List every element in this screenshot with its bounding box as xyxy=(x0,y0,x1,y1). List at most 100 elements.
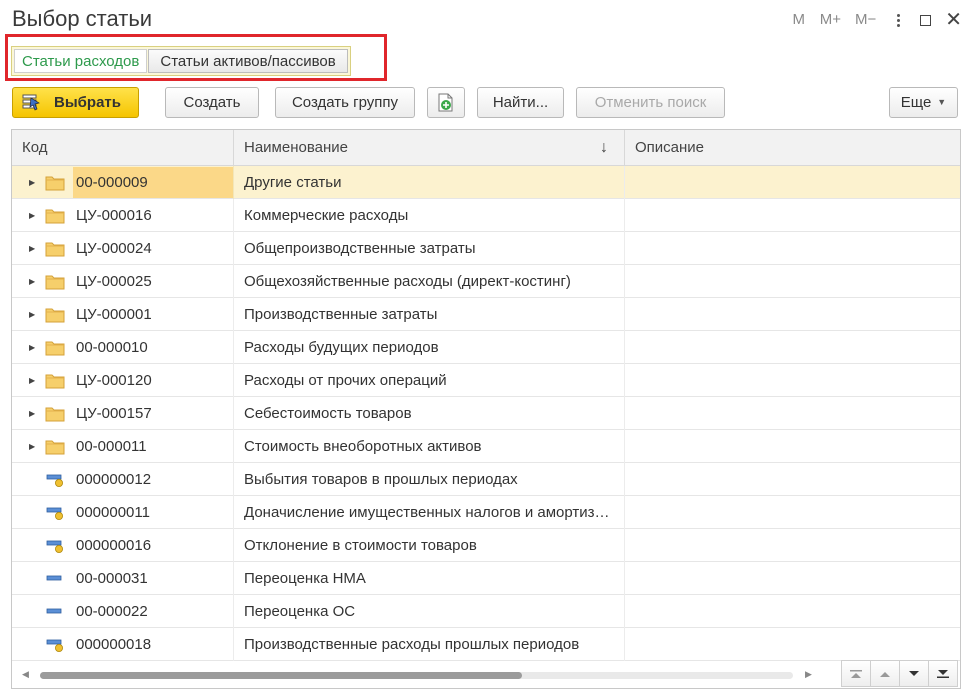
code-cell[interactable]: ▶ ЦУ-000001 xyxy=(12,297,234,331)
name-cell[interactable]: Производственные затраты xyxy=(234,297,625,331)
description-cell[interactable] xyxy=(625,232,960,265)
code-cell[interactable]: ▶ ЦУ-000016 xyxy=(12,198,234,232)
table-row[interactable]: 00-000031 Переоценка НМА xyxy=(12,561,960,595)
memory-plus-button[interactable]: M+ xyxy=(820,10,841,30)
table-row[interactable]: 00-000022 Переоценка ОС xyxy=(12,594,960,628)
page-down-button[interactable] xyxy=(899,660,929,687)
scroll-left-icon[interactable]: ◀ xyxy=(22,669,29,680)
expand-icon[interactable]: ▶ xyxy=(29,232,35,265)
table-row[interactable]: ▶ ЦУ-000025 Общехозяйственные расходы (дир… xyxy=(12,264,960,298)
description-cell[interactable] xyxy=(625,463,960,496)
folder-icon xyxy=(45,242,65,256)
name-cell[interactable]: Общепроизводственные затраты xyxy=(234,231,625,265)
memory-minus-button[interactable]: M− xyxy=(855,10,876,30)
more-actions-icon[interactable] xyxy=(890,10,906,30)
name-cell[interactable]: Коммерческие расходы xyxy=(234,198,625,232)
memory-m-button[interactable]: M xyxy=(792,10,806,30)
scroll-right-icon[interactable]: ▶ xyxy=(805,669,812,680)
table-row[interactable]: ▶ 00-000009 Другие статьи xyxy=(12,165,960,199)
cancel-search-button[interactable]: Отменить поиск xyxy=(576,87,725,118)
scrollbar-thumb[interactable] xyxy=(40,672,522,679)
column-header-description[interactable]: Описание xyxy=(625,130,960,165)
column-header-name[interactable]: Наименование ↓ xyxy=(234,130,625,165)
page-up-icon xyxy=(880,671,890,677)
select-button[interactable]: Выбрать xyxy=(12,87,139,118)
horizontal-scrollbar[interactable]: ◀ ▶ xyxy=(12,662,844,688)
name-cell[interactable]: Производственные расходы прошлых периодо… xyxy=(234,627,625,661)
more-button[interactable]: Еще ▼ xyxy=(889,87,958,118)
code-cell[interactable]: ▶ ЦУ-000025 xyxy=(12,264,234,298)
description-cell[interactable] xyxy=(625,364,960,397)
description-cell[interactable] xyxy=(625,397,960,430)
create-button[interactable]: Создать xyxy=(165,87,259,118)
expand-icon[interactable]: ▶ xyxy=(29,364,35,397)
code-cell[interactable]: ▶ 00-000010 xyxy=(12,330,234,364)
description-cell[interactable] xyxy=(625,166,960,199)
tab-expense-items[interactable]: Статьи расходов xyxy=(14,49,148,73)
name-cell[interactable]: Выбытия товаров в прошлых периодах xyxy=(234,462,625,496)
table-row[interactable]: ▶ 00-000010 Расходы будущих периодов xyxy=(12,330,960,364)
description-cell[interactable] xyxy=(625,496,960,529)
folder-icon xyxy=(45,341,65,355)
expand-icon[interactable]: ▶ xyxy=(29,397,35,430)
name-cell[interactable]: Себестоимость товаров xyxy=(234,396,625,430)
description-cell[interactable] xyxy=(625,529,960,562)
find-button[interactable]: Найти... xyxy=(477,87,564,118)
code-cell[interactable]: ▶ ЦУ-000120 xyxy=(12,363,234,397)
expand-icon[interactable]: ▶ xyxy=(29,265,35,298)
maximize-button[interactable] xyxy=(920,10,932,30)
table-row[interactable]: 000000012 Выбытия товаров в прошлых перио… xyxy=(12,462,960,496)
table-row[interactable]: ▶ ЦУ-000120 Расходы от прочих операций xyxy=(12,363,960,397)
code-cell[interactable]: 00-000022 xyxy=(12,594,234,628)
name-cell[interactable]: Доначисление имущественных налогов и амо… xyxy=(234,495,625,529)
description-cell[interactable] xyxy=(625,562,960,595)
code-cell[interactable]: 000000018 xyxy=(12,627,234,661)
table-row[interactable]: ▶ ЦУ-000001 Производственные затраты xyxy=(12,297,960,331)
description-cell[interactable] xyxy=(625,430,960,463)
name-value: Переоценка ОС xyxy=(244,602,356,620)
page-up-button[interactable] xyxy=(870,660,900,687)
tab-asset-liability-items[interactable]: Статьи активов/пассивов xyxy=(148,49,348,73)
expand-icon[interactable]: ▶ xyxy=(29,331,35,364)
table-row[interactable]: ▶ ЦУ-000157 Себестоимость товаров xyxy=(12,396,960,430)
create-group-button[interactable]: Создать группу xyxy=(275,87,415,118)
code-cell[interactable]: 000000012 xyxy=(12,462,234,496)
code-cell[interactable]: 000000011 xyxy=(12,495,234,529)
scroll-to-bottom-button[interactable] xyxy=(928,660,958,687)
description-cell[interactable] xyxy=(625,265,960,298)
table-row[interactable]: 000000011 Доначисление имущественных нало… xyxy=(12,495,960,529)
table-row[interactable]: 000000018 Производственные расходы прошлы… xyxy=(12,627,960,661)
column-header-code[interactable]: Код xyxy=(12,130,234,165)
expand-icon[interactable]: ▶ xyxy=(29,166,35,199)
code-cell[interactable]: ▶ 00-000011 xyxy=(12,429,234,463)
name-cell[interactable]: Общехозяйственные расходы (директ-костин… xyxy=(234,264,625,298)
description-cell[interactable] xyxy=(625,199,960,232)
code-cell[interactable]: 00-000031 xyxy=(12,561,234,595)
code-cell[interactable]: 000000016 xyxy=(12,528,234,562)
expand-icon[interactable]: ▶ xyxy=(29,199,35,232)
table-row[interactable]: 000000016 Отклонение в стоимости товаров xyxy=(12,528,960,562)
expand-icon[interactable]: ▶ xyxy=(29,430,35,463)
description-cell[interactable] xyxy=(625,298,960,331)
name-cell[interactable]: Другие статьи xyxy=(234,165,625,199)
close-icon[interactable]: ✕ xyxy=(945,10,962,30)
table-row[interactable]: ▶ ЦУ-000024 Общепроизводственные затраты xyxy=(12,231,960,265)
scrollbar-track[interactable] xyxy=(40,672,793,679)
name-cell[interactable]: Переоценка ОС xyxy=(234,594,625,628)
code-cell[interactable]: ▶ ЦУ-000024 xyxy=(12,231,234,265)
table-row[interactable]: ▶ 00-000011 Стоимость внеоборотных активов xyxy=(12,429,960,463)
name-cell[interactable]: Переоценка НМА xyxy=(234,561,625,595)
name-cell[interactable]: Отклонение в стоимости товаров xyxy=(234,528,625,562)
name-cell[interactable]: Стоимость внеоборотных активов xyxy=(234,429,625,463)
description-cell[interactable] xyxy=(625,595,960,628)
table-row[interactable]: ▶ ЦУ-000016 Коммерческие расходы xyxy=(12,198,960,232)
name-cell[interactable]: Расходы будущих периодов xyxy=(234,330,625,364)
description-cell[interactable] xyxy=(625,628,960,661)
scroll-to-top-button[interactable] xyxy=(841,660,871,687)
name-cell[interactable]: Расходы от прочих операций xyxy=(234,363,625,397)
expand-icon[interactable]: ▶ xyxy=(29,298,35,331)
copy-button[interactable] xyxy=(427,87,465,118)
code-cell[interactable]: ▶ 00-000009 xyxy=(12,165,234,199)
code-cell[interactable]: ▶ ЦУ-000157 xyxy=(12,396,234,430)
description-cell[interactable] xyxy=(625,331,960,364)
